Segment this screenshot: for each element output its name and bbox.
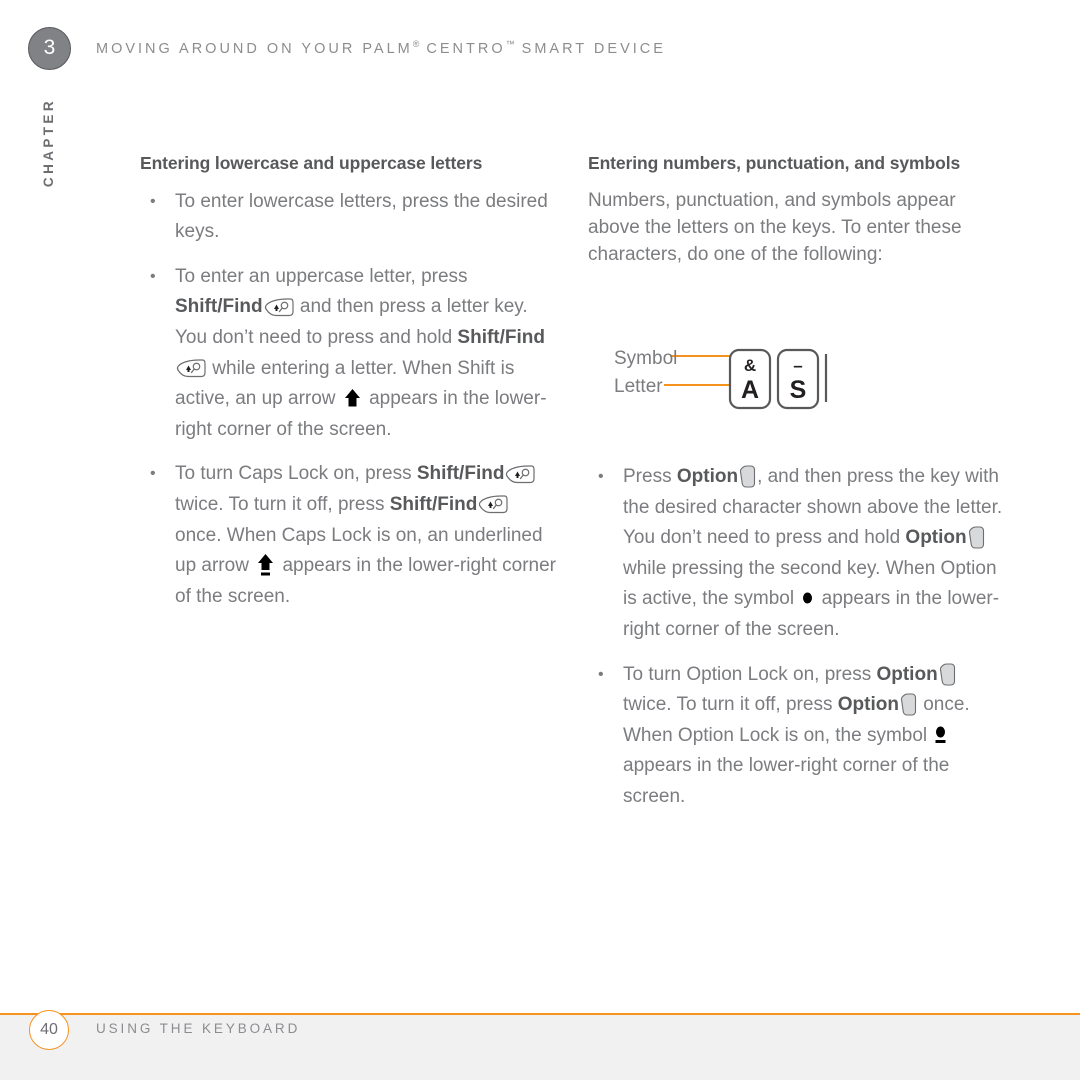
left-section-heading: Entering lowercase and uppercase letters: [140, 153, 483, 173]
left-bullet-list: To enter lowercase letters, press the de…: [140, 187, 560, 613]
right-bullet-list: Press Option, and then press the key wit…: [588, 462, 1008, 813]
diagram-label-symbol: Symbol: [614, 348, 678, 369]
running-header-title-post: SMART DEVICE: [514, 40, 666, 57]
document-page: 3 MOVING AROUND ON YOUR PALM® CENTRO™ SM…: [0, 0, 1080, 1080]
key-name-label: Shift/Find: [457, 326, 546, 348]
key-name-label: Shift/Find: [389, 493, 478, 515]
right-section-heading: Entering numbers, punctuation, and symbo…: [588, 153, 961, 173]
bullet-item-option-lock: To turn Option Lock on, press Option twi…: [588, 660, 1008, 813]
right-bullets-wrapper: Press Option, and then press the key wit…: [588, 462, 1008, 827]
footer-rule: [0, 1013, 1080, 1015]
running-header-title: MOVING AROUND ON YOUR PALM® CENTRO™ SMAR…: [96, 39, 666, 57]
key-name-label: Option: [905, 527, 967, 549]
page-header: 3 MOVING AROUND ON YOUR PALM® CENTRO™ SM…: [0, 0, 1080, 96]
bullet-text: appears in the lower-right corner of the…: [623, 755, 950, 807]
bullet-item-caps-lock: To turn Caps Lock on, press Shift/Find t…: [140, 459, 560, 612]
bullet-item-lowercase: To enter lowercase letters, press the de…: [140, 187, 560, 248]
right-column: Entering numbers, punctuation, and symbo…: [588, 150, 1008, 276]
shift-find-key-icon: [264, 297, 294, 316]
bullet-item-uppercase: To enter an uppercase letter, press Shif…: [140, 262, 560, 446]
bullet-text: Press: [623, 466, 677, 487]
option-dot-icon: [801, 585, 814, 604]
key-name-label: Option: [876, 663, 938, 685]
key-name-label: Shift/Find: [175, 296, 263, 318]
svg-text:&: &: [744, 356, 756, 375]
key-name-label: Shift/Find: [416, 463, 505, 485]
option-key-icon: [939, 663, 956, 686]
footer-section-title: USING THE KEYBOARD: [96, 1021, 301, 1036]
option-dot-underlined-icon: [934, 725, 947, 744]
shift-find-key-icon: [478, 494, 508, 514]
key-name-label: Option: [837, 694, 899, 716]
bullet-text: To enter an uppercase letter, press: [175, 265, 468, 287]
bullet-item-press-option: Press Option, and then press the key wit…: [588, 462, 1008, 646]
chapter-vertical-label: CHAPTER: [0, 98, 96, 218]
bullet-text: To turn Option Lock on, press: [623, 663, 877, 685]
shift-find-key-icon: [176, 358, 206, 377]
trademark-icon: ™: [505, 39, 515, 49]
bullet-text: To enter lowercase letters, press the de…: [175, 190, 548, 243]
bullet-text: To turn Caps Lock on, press: [175, 463, 417, 485]
left-column: Entering lowercase and uppercase letters…: [140, 150, 560, 626]
bullet-text: twice. To turn it off, press: [175, 493, 390, 515]
svg-text:A: A: [741, 376, 759, 404]
page-number-badge: 40: [29, 1010, 69, 1050]
running-header-title-mid: CENTRO: [419, 40, 506, 57]
keyboard-callout-diagram: Symbol Letter & A – S: [614, 348, 844, 412]
option-key-icon: [968, 526, 985, 550]
chapter-vertical-label-text: CHAPTER: [40, 98, 56, 188]
chapter-number-badge: 3: [28, 27, 71, 70]
key-name-label: Option: [676, 466, 739, 487]
option-key-icon: [900, 693, 917, 716]
bullet-text: twice. To turn it off, press: [623, 694, 838, 716]
option-key-icon: [739, 465, 756, 488]
up-arrow-icon: [344, 388, 361, 408]
svg-text:S: S: [790, 376, 807, 404]
svg-text:–: –: [793, 356, 802, 375]
up-arrow-underlined-icon: [257, 553, 274, 577]
running-header-title-pre: MOVING AROUND ON YOUR PALM: [96, 40, 413, 57]
shift-find-key-icon: [505, 464, 536, 483]
right-intro-paragraph: Numbers, punctuation, and symbols appear…: [588, 189, 962, 265]
diagram-label-letter: Letter: [614, 376, 663, 397]
